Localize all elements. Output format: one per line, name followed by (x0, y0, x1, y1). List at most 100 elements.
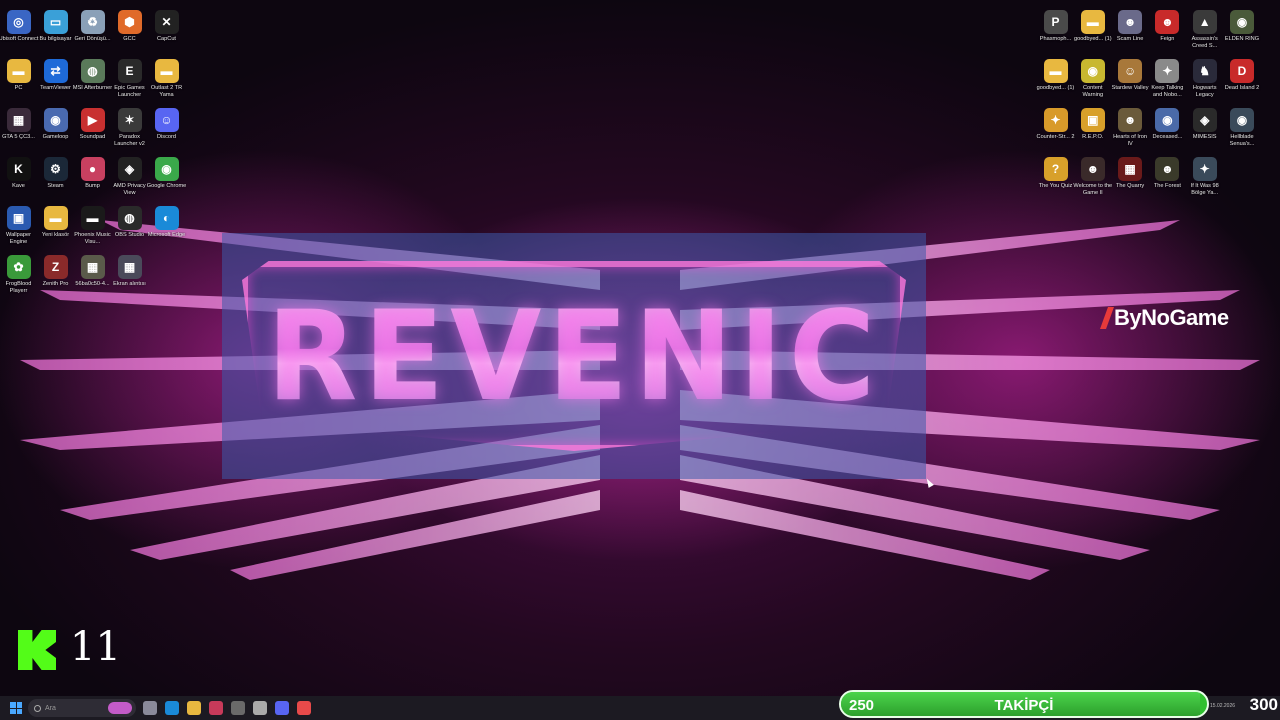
desktop-shortcut[interactable]: ✿ FrogBlood Playerr (0, 253, 37, 298)
app-icon[interactable] (297, 701, 311, 715)
desktop-shortcut[interactable]: D Dead Island 2 (1223, 57, 1260, 102)
desktop-shortcut[interactable]: ☻ Feign (1149, 8, 1186, 53)
desktop-shortcut-label: Phasmoph... (1039, 36, 1072, 42)
desktop-shortcut[interactable]: ▬ goodbyed... (1) (1073, 8, 1112, 53)
desktop-shortcut[interactable]: ☺ Discord (148, 106, 185, 151)
desktop-shortcut[interactable]: ⚙ Steam (37, 155, 74, 200)
desktop-shortcut[interactable]: Z Zenith Pro (37, 253, 74, 298)
desktop-shortcut[interactable]: ☻ Scam Line (1112, 8, 1149, 53)
desktop-shortcut[interactable]: ▭ Bu bilgisayar (37, 8, 74, 53)
desktop-shortcut[interactable]: ▬ Yeni klasör (37, 204, 74, 249)
desktop-shortcut[interactable]: ✦ Counter-Str... 2 (1037, 106, 1074, 151)
app-icon[interactable] (209, 701, 223, 715)
desktop-shortcut[interactable]: ▶ Soundpad (74, 106, 111, 151)
edge-icon[interactable] (165, 701, 179, 715)
desktop-shortcut-label: Assassin's Creed S... (1191, 36, 1218, 49)
recycle-bin-icon: ♻ (80, 10, 105, 34)
desktop-shortcut-label: goodbyed... (1) (1073, 36, 1112, 42)
desktop-shortcut[interactable]: ☻ Hearts of Iron IV (1112, 106, 1149, 151)
desktop-shortcut[interactable]: ✦ Keep Talking and Nobo... (1149, 57, 1186, 102)
desktop-shortcut[interactable]: K Kave (0, 155, 37, 200)
desktop-shortcut[interactable]: ▣ R.E.P.O. (1074, 106, 1111, 151)
desktop-shortcut[interactable]: ◉ ELDEN RING (1223, 8, 1260, 53)
desktop-shortcut-label: Epic Games Launcher (114, 85, 145, 98)
desktop-shortcut[interactable]: ☺ Stardew Valley (1112, 57, 1149, 102)
desktop-shortcut[interactable]: P Phasmoph... (1037, 8, 1074, 53)
desktop-shortcut[interactable]: ♻ Geri Dönüşü... (74, 8, 111, 53)
desktop-shortcut[interactable]: ▣ Wallpaper Engine (0, 204, 37, 249)
desktop-shortcut[interactable]: ◉ Google Chrome (147, 155, 186, 200)
app-icon[interactable] (231, 701, 245, 715)
game-icon: ▦ (6, 108, 31, 132)
desktop-shortcut[interactable]: ✕ CapCut (148, 8, 185, 53)
phasmophobia-icon: P (1043, 10, 1068, 34)
desktop-shortcut[interactable]: ◍ MSI Afterburner (72, 57, 113, 102)
desktop-shortcut[interactable]: ◉ Hellblade Senua's... (1223, 106, 1260, 151)
desktop-shortcut[interactable]: ▬ goodbyed... (1) (1037, 57, 1074, 102)
desktop-shortcut[interactable]: ⇄ TeamViewer (37, 57, 74, 102)
scam-line-icon: ☻ (1118, 10, 1143, 34)
desktop-shortcut[interactable]: ▦ 56ba0c50-4... (74, 253, 111, 298)
desktop-shortcut[interactable]: ☻ The Forest (1149, 155, 1186, 200)
assassins-creed-icon: ▲ (1192, 10, 1217, 34)
file-explorer-icon[interactable] (187, 701, 201, 715)
kave-icon: K (6, 157, 31, 181)
desktop-shortcut[interactable]: ▬ Outlast 2 TR Yama (148, 57, 185, 102)
desktop-icons-left: ◎ Ubisoft Connect ▭ Bu bilgisayar ♻ Geri Dönü… (0, 8, 186, 298)
kick-logo-icon (18, 630, 56, 670)
desktop-shortcut-label: Phoenix Music Visu... (74, 232, 111, 245)
desktop-shortcut[interactable]: ● Bump (74, 155, 111, 200)
computer-icon: ▭ (43, 10, 68, 34)
desktop-shortcut-label: MSI Afterburner (72, 85, 113, 91)
desktop-shortcut[interactable]: ▦ Ekran alıntısı (111, 253, 148, 298)
desktop-shortcut-label: Soundpad (79, 134, 106, 140)
desktop-shortcut-label: Welcome to the Game II (1073, 183, 1113, 196)
desktop-shortcut-label: Stardew Valley (1111, 85, 1149, 91)
game-icon: ◉ (1155, 108, 1180, 132)
teamviewer-icon: ⇄ (43, 59, 68, 83)
app-icon[interactable] (253, 701, 267, 715)
desktop-shortcut[interactable]: ▦ The Quarry (1112, 155, 1149, 200)
discord-icon[interactable] (275, 701, 289, 715)
kick-viewer-count: 11 (70, 624, 121, 670)
desktop-shortcut[interactable]: ▬ Phoenix Music Visu... (74, 204, 111, 249)
desktop-shortcut-label: The Forest (1153, 183, 1181, 189)
desktop-shortcut-label: Wallpaper Engine (6, 232, 31, 245)
desktop-shortcut-label: 56ba0c50-4... (75, 281, 110, 287)
quarry-icon: ▦ (1118, 157, 1143, 181)
desktop-shortcut[interactable]: ☻ Welcome to the Game II (1073, 155, 1113, 200)
desktop-shortcut[interactable]: ? The You Quiz (1037, 155, 1074, 200)
taskbar-search-box[interactable]: Ara (28, 699, 136, 717)
desktop-shortcut[interactable]: ♞ Hogwarts Legacy (1186, 57, 1223, 102)
desktop-shortcut[interactable]: ◉ Deceased... (1149, 106, 1186, 151)
desktop-shortcut[interactable]: ◈ AMD Privacy View (111, 155, 148, 200)
desktop-shortcut[interactable]: ✦ If It Was 98 Bölge Ya... (1186, 155, 1223, 200)
desktop-shortcut[interactable]: ◉ Content Warning (1074, 57, 1111, 102)
desktop-shortcut[interactable]: ◎ Ubisoft Connect (0, 8, 38, 53)
desktop-shortcut-label: Counter-Str... 2 (1036, 134, 1075, 140)
desktop-shortcut[interactable]: ▦ GTA 5 ÇC3... (0, 106, 37, 151)
desktop-shortcut-label: Content Warning (1082, 85, 1104, 98)
desktop-shortcut[interactable]: ◉ Gameloop (37, 106, 74, 151)
epic-games-icon: E (117, 59, 142, 83)
content-warning-icon: ◉ (1080, 59, 1105, 83)
desktop-shortcut[interactable]: E Epic Games Launcher (111, 57, 148, 102)
desktop-shortcut[interactable]: ▬ PC (0, 57, 37, 102)
desktop-shortcut[interactable]: ▲ Assassin's Creed S... (1186, 8, 1223, 53)
desktop-shortcut[interactable]: ◐ Microsoft Edge (148, 204, 185, 249)
desktop-shortcut[interactable]: ⬢ GCC (111, 8, 148, 53)
task-view-icon[interactable] (143, 701, 157, 715)
bump-icon: ● (80, 157, 105, 181)
soundpad-icon: ▶ (80, 108, 105, 132)
windows-start-icon[interactable] (10, 702, 22, 714)
zenith-icon: Z (43, 255, 68, 279)
wallpaper-engine-icon: ▣ (6, 206, 31, 230)
desktop-shortcut[interactable]: ◈ MIMESIS (1186, 106, 1223, 151)
desktop-shortcut-label: Bu bilgisayar (39, 36, 72, 42)
image-file-icon: ▦ (80, 255, 105, 279)
desktop-shortcut-label: AMD Privacy View (113, 183, 146, 196)
desktop-shortcut[interactable]: ◍ OBS Studio (111, 204, 148, 249)
welcome-game-icon: ☻ (1080, 157, 1105, 181)
desktop-shortcut[interactable]: ✶ Paradox Launcher v2 (111, 106, 148, 151)
obs-icon: ◍ (117, 206, 142, 230)
